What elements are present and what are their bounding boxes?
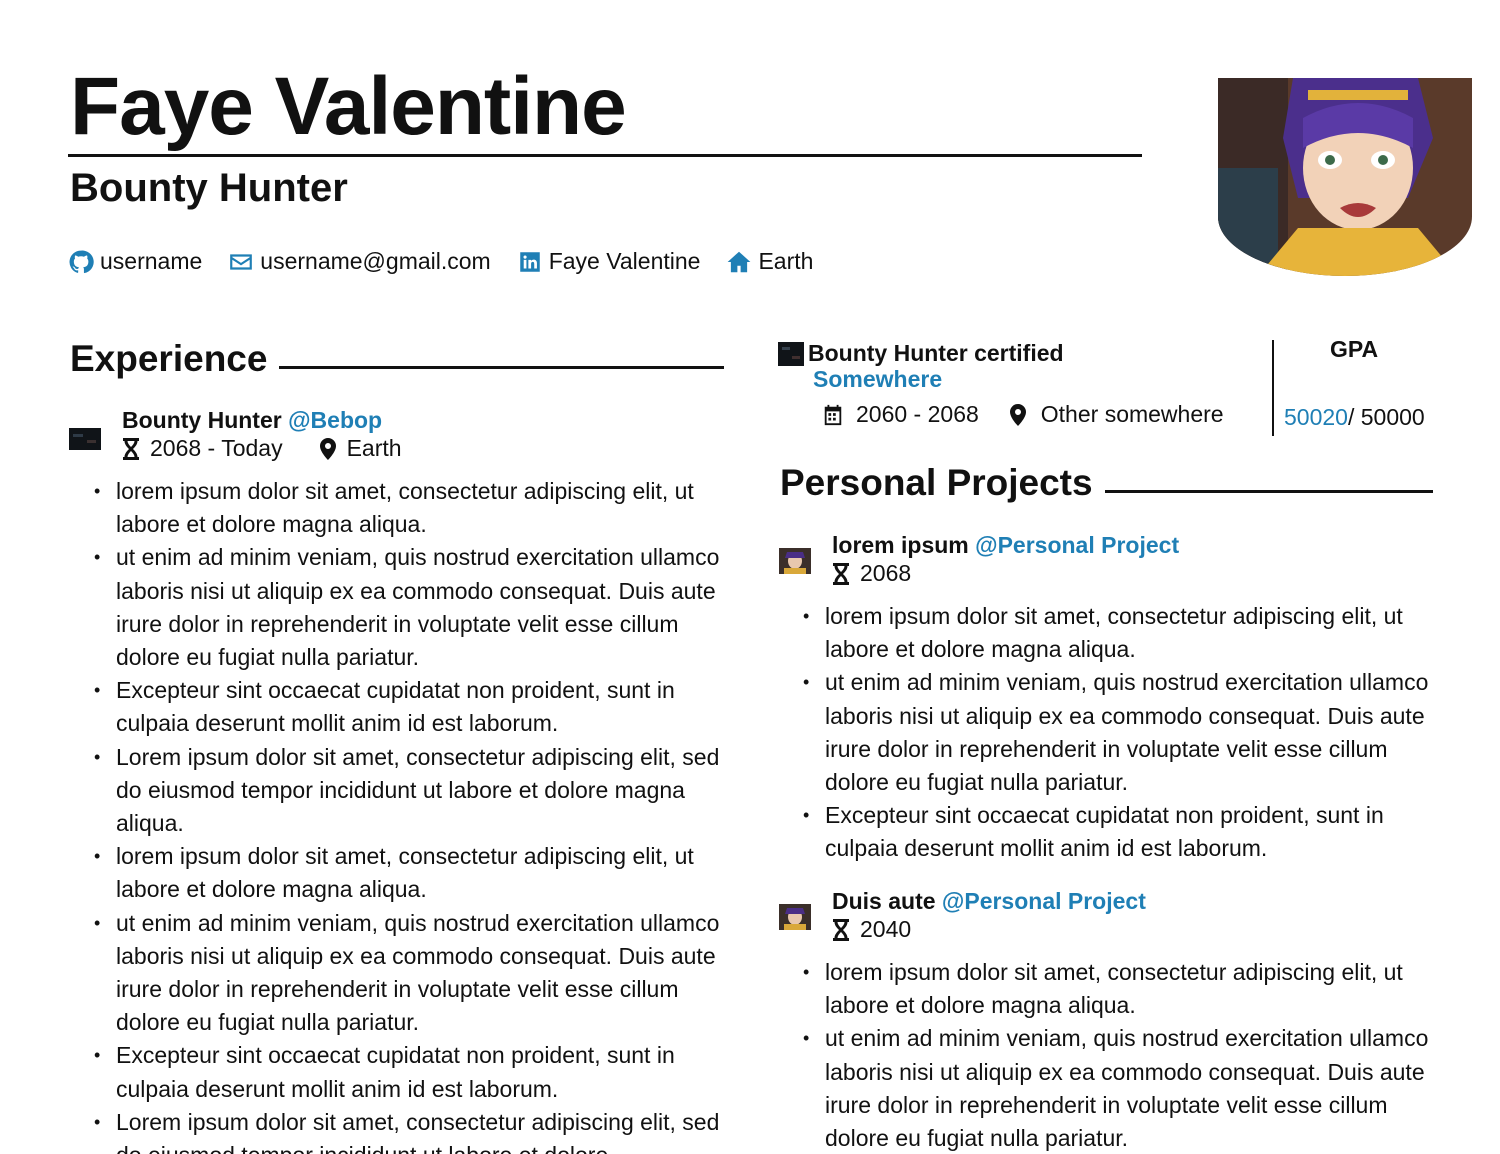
- avatar: [1218, 78, 1472, 276]
- project-bullet-list: lorem ipsum dolor sit amet, consectetur …: [779, 600, 1443, 866]
- experience-entry-title: Bounty Hunter @Bebop: [122, 407, 382, 434]
- hourglass-icon: [123, 437, 139, 460]
- education-meta: 2060 - 2068 Other somewhere: [822, 401, 1224, 428]
- experience-bullet: ut enim ad minim veniam, quis nostrud ex…: [70, 541, 734, 674]
- education-school-link[interactable]: Somewhere: [813, 366, 942, 393]
- gpa-max: / 50000: [1347, 404, 1425, 430]
- project-bullet: lorem ipsum dolor sit amet, consectetur …: [779, 600, 1443, 666]
- project-date: 2068: [860, 560, 912, 586]
- project-bullet: ut enim ad minim veniam, quis nostrud ex…: [779, 1022, 1443, 1154]
- project-bullet: lorem ipsum dolor sit amet, consectetur …: [779, 956, 1443, 1022]
- name-underline: [68, 154, 1142, 157]
- project-org-link[interactable]: @Personal Project: [942, 888, 1146, 914]
- projects-title: Personal Projects: [780, 462, 1093, 503]
- map-pin-icon: [1009, 403, 1026, 426]
- project-entry-title: lorem ipsum @Personal Project: [832, 532, 1179, 559]
- contact-email-label: username@gmail.com: [260, 248, 491, 274]
- experience-meta: 2068 - Today Earth: [120, 435, 402, 462]
- school-logo-icon: [778, 342, 804, 366]
- education-degree: Bounty Hunter certified: [808, 340, 1064, 366]
- map-pin-icon: [319, 437, 336, 460]
- calendar-icon: [824, 404, 842, 425]
- contact-bar: username username@gmail.com Faye Valenti…: [68, 248, 813, 275]
- github-icon: [69, 250, 94, 273]
- project-org-link[interactable]: @Personal Project: [975, 532, 1179, 558]
- experience-bullet: Lorem ipsum dolor sit amet, consectetur …: [70, 741, 734, 841]
- contact-github-label: username: [100, 248, 203, 274]
- project-meta: 2040: [830, 916, 911, 943]
- resume-role: Bounty Hunter: [70, 166, 348, 210]
- gpa-label: GPA: [1330, 336, 1379, 362]
- school-logo: [778, 342, 804, 366]
- mail-icon: [230, 253, 253, 270]
- project-name: Duis aute: [832, 888, 936, 914]
- project-date: 2040: [860, 916, 912, 942]
- project-name: lorem ipsum: [832, 532, 969, 558]
- bebop-logo-icon: [69, 428, 101, 450]
- projects-rule: [1104, 489, 1433, 493]
- education-location: Other somewhere: [1040, 401, 1224, 427]
- experience-bullet: lorem ipsum dolor sit amet, consectetur …: [70, 840, 734, 906]
- avatar-portrait-icon: [1218, 78, 1472, 276]
- contact-email[interactable]: username@gmail.com: [228, 248, 491, 275]
- project-bullet: Excepteur sint occaecat cupidatat non pr…: [779, 799, 1443, 865]
- experience-bullet: Excepteur sint occaecat cupidatat non pr…: [70, 674, 734, 740]
- projects-heading: Personal Projects: [780, 462, 1433, 504]
- experience-title: Experience: [70, 338, 268, 379]
- contact-location[interactable]: Earth: [726, 248, 813, 275]
- project-bullet: ut enim ad minim veniam, quis nostrud ex…: [779, 666, 1443, 799]
- project-thumbnail-icon: [779, 548, 811, 574]
- experience-dates: 2068 - Today: [150, 435, 283, 461]
- experience-role: Bounty Hunter: [122, 407, 282, 433]
- hourglass-icon: [833, 562, 849, 585]
- experience-heading: Experience: [70, 338, 724, 380]
- contact-github[interactable]: username: [68, 248, 202, 275]
- experience-location: Earth: [346, 435, 402, 461]
- experience-bullet: Excepteur sint occaecat cupidatat non pr…: [70, 1039, 734, 1105]
- experience-org-link[interactable]: @Bebop: [288, 407, 382, 433]
- gpa-divider: [1272, 340, 1274, 436]
- linkedin-icon: [519, 251, 540, 272]
- contact-linkedin[interactable]: Faye Valentine: [517, 248, 701, 275]
- project-meta: 2068: [830, 560, 911, 587]
- contact-linkedin-label: Faye Valentine: [548, 248, 701, 274]
- gpa-score: 50020/ 50000: [1284, 404, 1425, 431]
- education-dates: 2060 - 2068: [856, 401, 979, 427]
- experience-bullet-list: lorem ipsum dolor sit amet, consectetur …: [70, 475, 734, 1154]
- bebop-logo: [69, 428, 101, 450]
- experience-bullet: Lorem ipsum dolor sit amet, consectetur …: [70, 1106, 734, 1154]
- gpa-value: 50020: [1284, 404, 1348, 430]
- experience-bullet: ut enim ad minim veniam, quis nostrud ex…: [70, 907, 734, 1040]
- experience-rule: [279, 365, 724, 369]
- home-icon: [728, 251, 751, 272]
- project-logo: [779, 904, 811, 930]
- project-bullet-list: lorem ipsum dolor sit amet, consectetur …: [779, 956, 1443, 1154]
- project-logo: [779, 548, 811, 574]
- project-entry-title: Duis aute @Personal Project: [832, 888, 1146, 915]
- hourglass-icon: [833, 918, 849, 941]
- project-thumbnail-icon: [779, 904, 811, 930]
- experience-bullet: lorem ipsum dolor sit amet, consectetur …: [70, 475, 734, 541]
- contact-location-label: Earth: [758, 248, 814, 274]
- resume-name: Faye Valentine: [70, 61, 627, 152]
